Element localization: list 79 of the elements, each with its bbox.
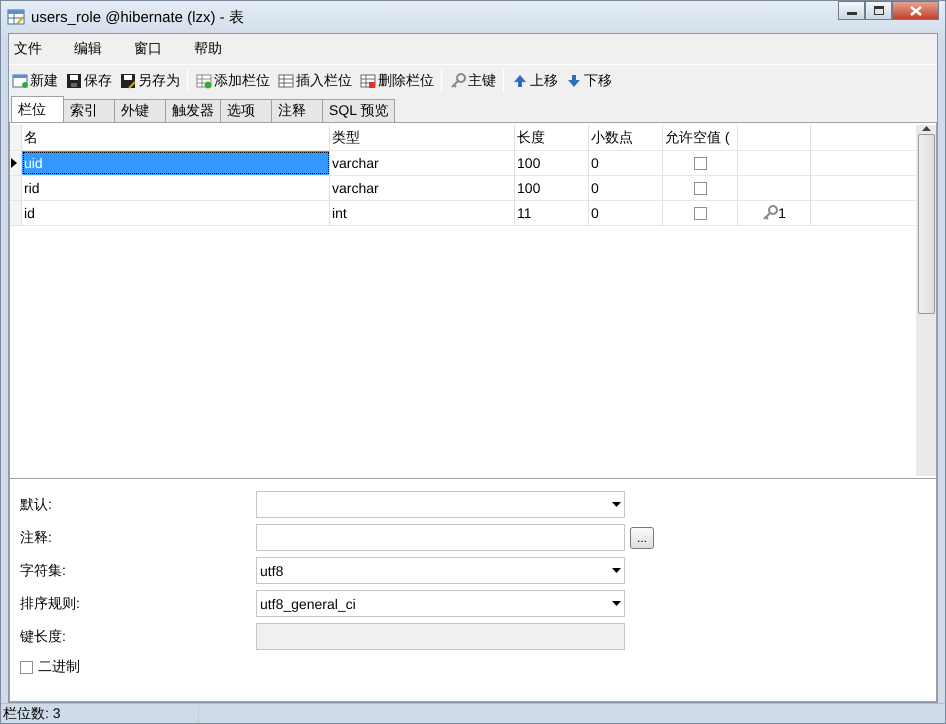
dropdown[interactable]: utf8 bbox=[256, 557, 625, 584]
row-pointer-icon bbox=[10, 157, 18, 169]
tab[interactable]: 索引 bbox=[63, 99, 115, 122]
minimize-button[interactable] bbox=[838, 1, 865, 20]
field-label: 注释: bbox=[20, 528, 53, 546]
menu-item[interactable]: 帮助 bbox=[192, 40, 236, 58]
table-cell: 0 bbox=[589, 201, 663, 225]
toolbar-button[interactable]: 保存 bbox=[65, 72, 113, 90]
tab[interactable]: 栏位 bbox=[11, 96, 64, 122]
menu-item[interactable]: 编辑 bbox=[72, 40, 116, 58]
arrow-down-icon bbox=[566, 72, 582, 88]
table-cell[interactable]: rid bbox=[22, 176, 330, 200]
table-cell: varchar bbox=[330, 176, 515, 200]
toolbar-button[interactable]: 另存为 bbox=[119, 72, 181, 90]
field-label: 排序规则: bbox=[20, 594, 81, 612]
toolbar-button[interactable]: 添加栏位 bbox=[195, 72, 271, 90]
field-value: utf8_general_ci bbox=[260, 596, 356, 612]
table-cell: 0 bbox=[589, 151, 663, 175]
table-minus-icon bbox=[360, 72, 376, 88]
table-cell: 100 bbox=[515, 176, 589, 200]
field-label: 字符集: bbox=[20, 562, 67, 580]
field-label: 键长度: bbox=[20, 628, 67, 646]
close-button[interactable] bbox=[892, 1, 939, 20]
toolbar-button[interactable]: 插入栏位 bbox=[277, 72, 353, 90]
status-text: 栏位数: 3 bbox=[1, 704, 199, 722]
column-header[interactable]: 类型 bbox=[330, 125, 515, 150]
floppy-icon bbox=[66, 72, 82, 88]
maximize-button[interactable] bbox=[865, 1, 892, 20]
checkbox[interactable] bbox=[20, 660, 33, 674]
toolbar-button[interactable]: 新建 bbox=[11, 72, 59, 90]
dropdown-arrow-icon bbox=[612, 601, 621, 606]
checkbox[interactable] bbox=[694, 182, 706, 194]
toolbar-button[interactable]: 上移 bbox=[511, 72, 559, 90]
floppy-icon bbox=[120, 72, 136, 88]
arrow-up-icon bbox=[512, 72, 528, 88]
menu-item[interactable]: 窗口 bbox=[132, 40, 176, 58]
table-cell: 11 bbox=[515, 201, 589, 225]
key-order: 1 bbox=[778, 205, 786, 221]
ellipsis-button[interactable]: ... bbox=[630, 526, 654, 548]
scroll-up-icon bbox=[922, 125, 930, 131]
close-icon bbox=[910, 6, 922, 16]
toolbar-button[interactable]: 删除栏位 bbox=[359, 72, 435, 90]
checkbox[interactable] bbox=[694, 206, 706, 220]
dropdown[interactable]: utf8_general_ci bbox=[256, 590, 625, 617]
table-cell: int bbox=[330, 201, 515, 225]
dropdown[interactable] bbox=[256, 491, 625, 518]
input-field[interactable] bbox=[256, 524, 625, 551]
table-icon bbox=[7, 8, 25, 26]
key-icon bbox=[450, 72, 466, 88]
column-header[interactable]: 长度 bbox=[515, 125, 589, 150]
table-icon bbox=[278, 72, 294, 88]
field-value: utf8 bbox=[260, 562, 284, 578]
table-cell: 0 bbox=[589, 176, 663, 200]
row-header[interactable] bbox=[10, 151, 22, 175]
tab[interactable]: SQL 预览 bbox=[322, 99, 396, 122]
tab[interactable]: 触发器 bbox=[165, 99, 221, 122]
window-title: users_role @hibernate (lzx) - 表 bbox=[31, 8, 245, 26]
tab[interactable]: 外键 bbox=[114, 99, 166, 122]
checkbox[interactable] bbox=[694, 156, 706, 170]
toolbar-button[interactable]: 主键 bbox=[449, 72, 497, 90]
tab[interactable]: 注释 bbox=[271, 99, 323, 122]
tab[interactable]: 选项 bbox=[220, 99, 272, 122]
dropdown-arrow-icon bbox=[612, 502, 621, 507]
table-cell[interactable]: id bbox=[22, 201, 330, 225]
column-header[interactable]: 小数点 bbox=[589, 125, 663, 150]
dropdown-arrow-icon bbox=[612, 568, 621, 573]
maximize-icon bbox=[874, 6, 884, 15]
column-header[interactable]: 允许空值 ( bbox=[663, 125, 738, 150]
table-cell: varchar bbox=[330, 151, 515, 175]
key-icon bbox=[762, 205, 778, 221]
scrollbar[interactable] bbox=[916, 125, 936, 476]
checkbox-label: 二进制 bbox=[38, 658, 80, 676]
field-label: 默认: bbox=[20, 496, 53, 514]
menu-item[interactable]: 文件 bbox=[12, 40, 56, 58]
table-plus-icon bbox=[196, 72, 212, 88]
column-header[interactable]: 名 bbox=[22, 125, 330, 150]
table-cell: 100 bbox=[515, 151, 589, 175]
toolbar-button[interactable]: 下移 bbox=[565, 72, 613, 90]
table-plus-icon bbox=[12, 72, 28, 88]
